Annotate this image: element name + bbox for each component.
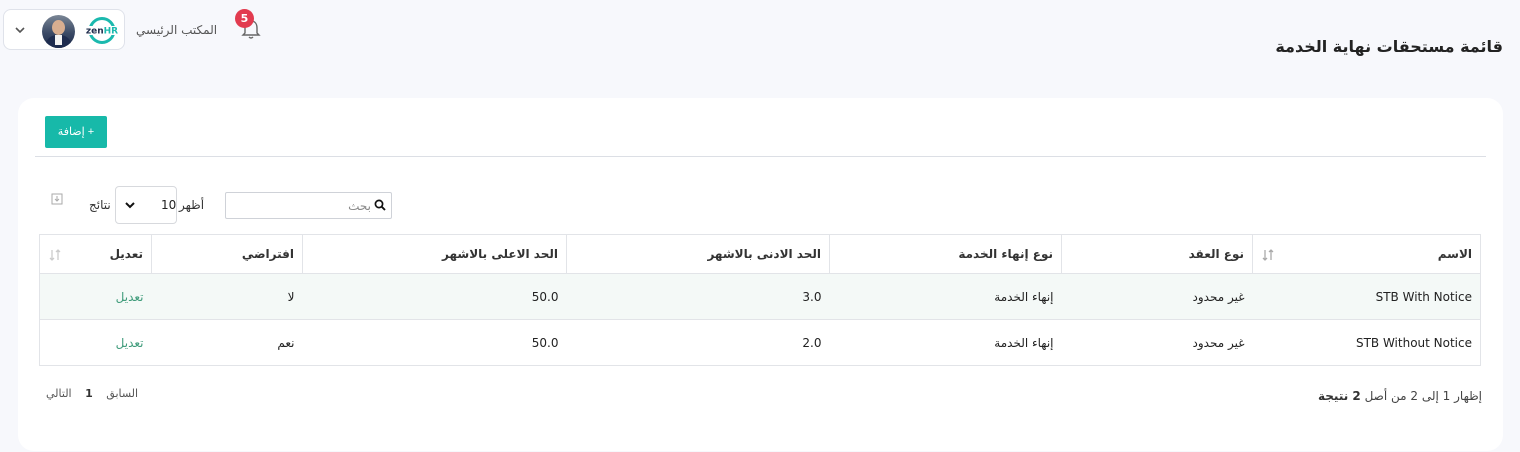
column-header-edit[interactable]: تعديل bbox=[39, 234, 152, 274]
cell-edit: تعديل bbox=[39, 319, 152, 366]
sort-icon[interactable] bbox=[48, 248, 62, 262]
pagination: السابق 1 التالي bbox=[41, 387, 143, 400]
search-placeholder: بحث bbox=[348, 199, 371, 213]
user-menu[interactable]: zenHR bbox=[3, 9, 125, 50]
svg-text:zenHR: zenHR bbox=[86, 27, 118, 37]
cell-min-months: 2.0 bbox=[566, 319, 830, 366]
next-page-button[interactable]: التالي bbox=[46, 387, 72, 400]
edit-link[interactable]: تعديل bbox=[116, 290, 144, 304]
column-header-max-months[interactable]: الحد الاعلى بالاشهر bbox=[302, 234, 567, 274]
cell-termination-type: إنهاء الخدمة bbox=[829, 273, 1062, 320]
cell-min-months: 3.0 bbox=[566, 273, 830, 320]
sort-icon[interactable] bbox=[1261, 248, 1275, 262]
table-row: STB With Notice غير محدود إنهاء الخدمة 3… bbox=[39, 273, 1481, 320]
edit-link[interactable]: تعديل bbox=[116, 336, 144, 350]
add-button[interactable]: + إضافة bbox=[45, 116, 107, 148]
cell-max-months: 50.0 bbox=[302, 273, 567, 320]
column-header-contract-type[interactable]: نوع العقد bbox=[1061, 234, 1253, 274]
table-info-prefix: إظهار 1 إلى 2 من أصل bbox=[1364, 389, 1482, 403]
page-size-value: 10 bbox=[161, 198, 177, 212]
cell-default: نعم bbox=[151, 319, 303, 366]
cell-max-months: 50.0 bbox=[302, 319, 567, 366]
search-input[interactable]: بحث bbox=[225, 192, 392, 219]
cell-contract-type: غير محدود bbox=[1061, 319, 1253, 366]
chevron-down-icon[interactable] bbox=[13, 23, 27, 37]
column-header-termination-type[interactable]: نوع إنهاء الخدمة bbox=[829, 234, 1062, 274]
export-icon[interactable] bbox=[51, 193, 63, 205]
benefits-table: الاسم نوع العقد نوع إنهاء الخدمة الحد ال… bbox=[39, 234, 1481, 366]
cell-edit: تعديل bbox=[39, 273, 152, 320]
page-title: قائمة مستحقات نهاية الخدمة bbox=[1275, 37, 1503, 56]
cell-name: STB Without Notice bbox=[1252, 319, 1481, 366]
cell-termination-type: إنهاء الخدمة bbox=[829, 319, 1062, 366]
table-info: إظهار 1 إلى 2 من أصل 2 نتيجة bbox=[1318, 389, 1482, 403]
page-size-select[interactable]: 10 bbox=[115, 186, 177, 224]
table-info-total: 2 نتيجة bbox=[1318, 389, 1361, 403]
table-header-row: الاسم نوع العقد نوع إنهاء الخدمة الحد ال… bbox=[39, 234, 1481, 274]
content-card: + إضافة نتائج 10 أظهر بحث الاسم نوع العق… bbox=[18, 98, 1503, 451]
page-number-button[interactable]: 1 bbox=[85, 387, 93, 400]
column-header-min-months[interactable]: الحد الادنى بالاشهر bbox=[566, 234, 830, 274]
cell-contract-type: غير محدود bbox=[1061, 273, 1253, 320]
zenhr-logo: zenHR bbox=[84, 17, 120, 44]
cell-name: STB With Notice bbox=[1252, 273, 1481, 320]
chevron-down-icon bbox=[125, 202, 135, 209]
prev-page-button[interactable]: السابق bbox=[106, 387, 138, 400]
show-label: أظهر bbox=[179, 198, 205, 212]
results-label: نتائج bbox=[89, 198, 111, 212]
top-bar: zenHR المكتب الرئيسي 5 قائمة مستحقات نها… bbox=[0, 0, 1520, 60]
column-header-name[interactable]: الاسم bbox=[1252, 234, 1481, 274]
notification-badge: 5 bbox=[235, 9, 254, 28]
column-header-default[interactable]: افتراضي bbox=[151, 234, 303, 274]
office-label[interactable]: المكتب الرئيسي bbox=[136, 23, 217, 37]
avatar[interactable] bbox=[42, 15, 75, 48]
divider bbox=[35, 156, 1486, 157]
table-row: STB Without Notice غير محدود إنهاء الخدم… bbox=[39, 319, 1481, 366]
search-icon bbox=[374, 199, 386, 211]
cell-default: لا bbox=[151, 273, 303, 320]
